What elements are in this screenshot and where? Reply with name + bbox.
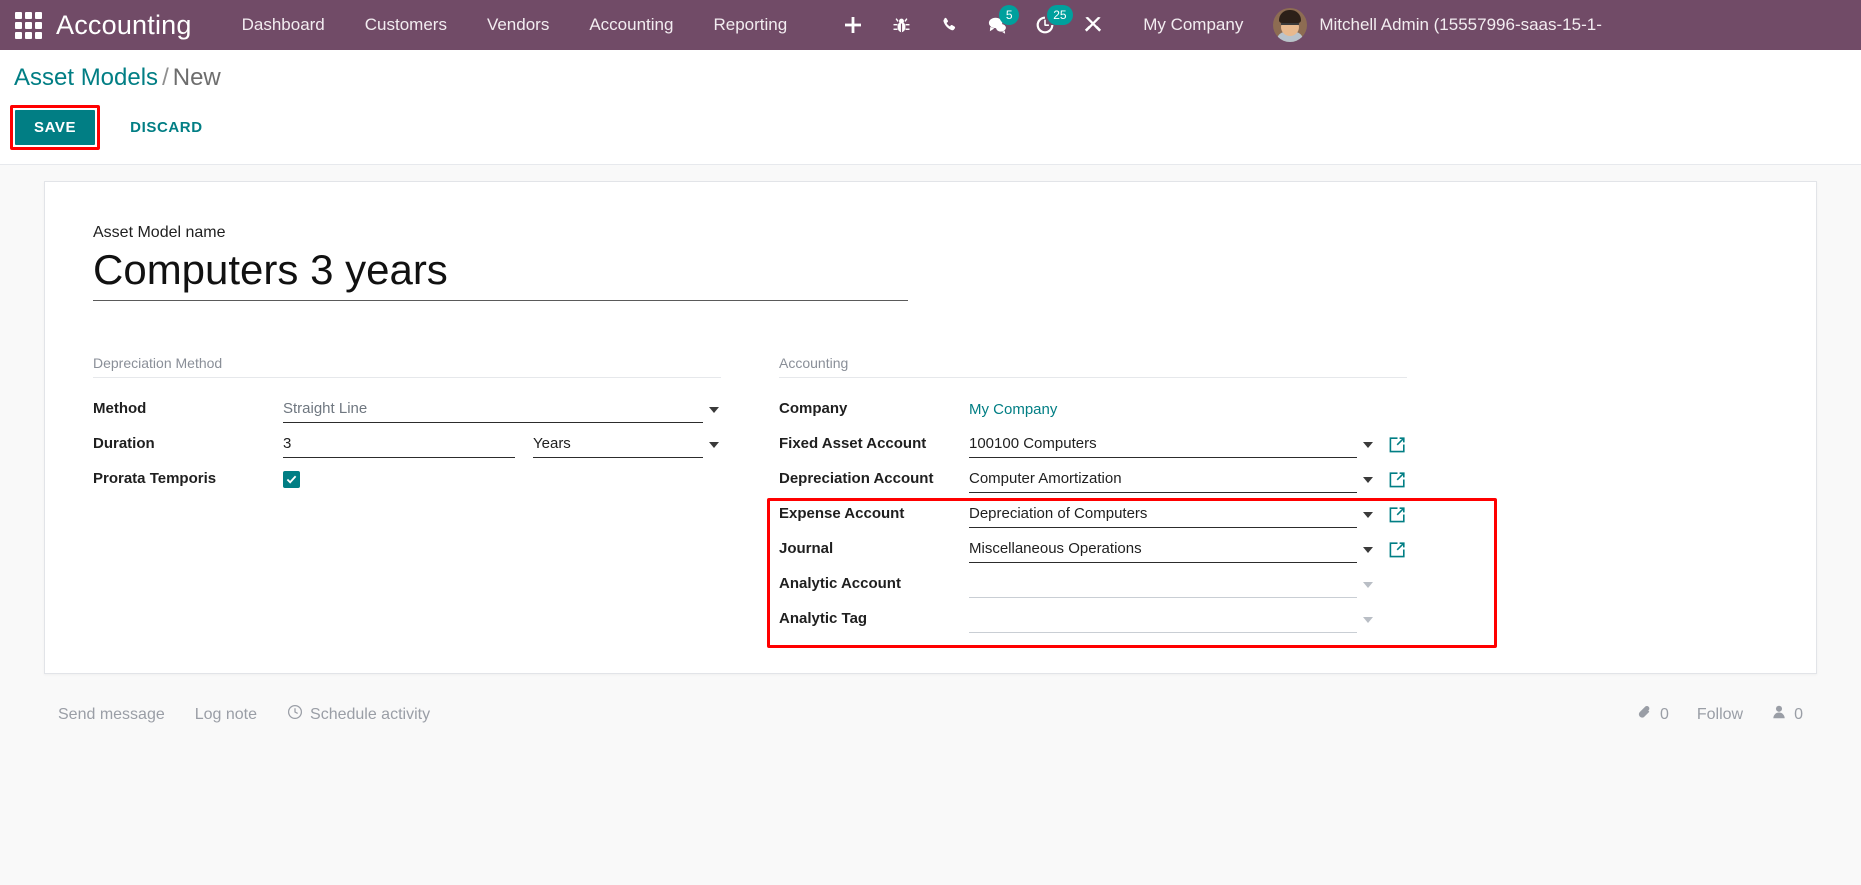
- field-analytic-tag: Analytic Tag: [779, 598, 1407, 633]
- external-link-icon[interactable]: [1387, 540, 1407, 560]
- control-panel: Asset Models / New SAVE DISCARD: [0, 50, 1861, 165]
- field-method-label: Method: [93, 399, 147, 417]
- field-journal: Journal Miscellaneous Operations: [779, 528, 1407, 563]
- depreciation-method-group: Depreciation Method Method Straight Line…: [93, 355, 721, 633]
- field-analytic-tag-value[interactable]: [969, 609, 1357, 633]
- field-journal-value[interactable]: Miscellaneous Operations: [969, 539, 1357, 563]
- bug-icon[interactable]: [877, 0, 925, 50]
- field-duration-value[interactable]: 3: [283, 434, 515, 458]
- user-name-label: Mitchell Admin (15557996-saas-15-1-: [1319, 15, 1602, 34]
- field-depreciation-account-label: Depreciation Account: [779, 469, 934, 487]
- field-prorata-temporis-label: Prorata Temporis: [93, 469, 217, 487]
- log-note-button[interactable]: Log note: [195, 706, 257, 724]
- field-analytic-account-label: Analytic Account: [779, 574, 901, 592]
- field-duration-unit[interactable]: Years: [533, 434, 703, 458]
- navbar-systray: 5 25: [829, 0, 1117, 50]
- field-prorata-temporis: Prorata Temporis: [93, 458, 721, 493]
- field-expense-account-value[interactable]: Depreciation of Computers: [969, 504, 1357, 528]
- chevron-down-icon[interactable]: [1363, 581, 1373, 588]
- asset-model-name-input[interactable]: Computers 3 years: [93, 246, 908, 301]
- activity-clock-icon[interactable]: 25: [1021, 0, 1073, 50]
- form-columns: Depreciation Method Method Straight Line…: [93, 355, 1768, 648]
- breadcrumb-separator: /: [162, 64, 169, 91]
- field-duration-label: Duration: [93, 434, 155, 452]
- form-action-buttons: SAVE DISCARD: [0, 93, 1861, 164]
- tools-wrench-icon[interactable]: [1069, 0, 1117, 50]
- user-menu[interactable]: Mitchell Admin (15557996-saas-15-1-: [1265, 8, 1602, 42]
- breadcrumb-root-link[interactable]: Asset Models: [14, 64, 158, 91]
- plus-icon[interactable]: [829, 0, 877, 50]
- chat-badge-count: 5: [999, 5, 1020, 25]
- clock-icon: [287, 704, 303, 725]
- top-navbar: Accounting Dashboard Customers Vendors A…: [0, 0, 1861, 50]
- chevron-down-icon[interactable]: [1363, 476, 1373, 483]
- chevron-down-icon[interactable]: [709, 441, 719, 448]
- external-link-icon[interactable]: [1387, 470, 1407, 490]
- apps-grid-icon[interactable]: [0, 0, 56, 50]
- field-expense-account-label: Expense Account: [779, 504, 905, 522]
- asset-model-name-label: Asset Model name: [93, 223, 226, 241]
- field-fixed-asset-account-label: Fixed Asset Account: [779, 434, 927, 452]
- menu-dashboard[interactable]: Dashboard: [222, 0, 345, 50]
- chevron-down-icon[interactable]: [1363, 616, 1373, 623]
- menu-reporting[interactable]: Reporting: [693, 0, 807, 50]
- save-button-highlight: SAVE: [10, 104, 101, 150]
- prorata-temporis-checkbox[interactable]: [283, 470, 300, 488]
- breadcrumb-current: New: [172, 64, 221, 91]
- attachment-counter[interactable]: 0: [1637, 704, 1669, 725]
- field-depreciation-account-value[interactable]: Computer Amortization: [969, 469, 1357, 493]
- chevron-down-icon[interactable]: [1363, 511, 1373, 518]
- followers-counter[interactable]: 0: [1771, 704, 1803, 725]
- form-sheet: Asset Model name Computers 3 years Depre…: [44, 180, 1817, 674]
- field-method: Method Straight Line: [93, 388, 721, 423]
- field-company: Company My Company: [779, 388, 1407, 423]
- field-analytic-account: Analytic Account: [779, 563, 1407, 598]
- follower-count: 0: [1794, 705, 1803, 723]
- chevron-down-icon[interactable]: [709, 406, 719, 413]
- avatar: [1273, 8, 1308, 42]
- field-method-value[interactable]: Straight Line: [283, 399, 703, 423]
- paperclip-icon: [1637, 704, 1653, 725]
- accounting-group: Accounting Company My Company Fixed Asse…: [767, 355, 1497, 648]
- field-journal-label: Journal: [779, 539, 834, 557]
- external-link-placeholder: [1387, 610, 1407, 630]
- field-analytic-tag-label: Analytic Tag: [779, 609, 868, 627]
- send-message-button[interactable]: Send message: [58, 706, 165, 724]
- field-expense-account: Expense Account Depreciation of Computer…: [779, 493, 1407, 528]
- schedule-activity-label: Schedule activity: [310, 705, 431, 723]
- external-link-icon[interactable]: [1387, 505, 1407, 525]
- field-company-value[interactable]: My Company: [969, 399, 1407, 423]
- schedule-activity-button[interactable]: Schedule activity: [287, 704, 430, 725]
- field-depreciation-account: Depreciation Account Computer Amortizati…: [779, 458, 1407, 493]
- app-brand-title: Accounting: [56, 9, 192, 40]
- menu-customers[interactable]: Customers: [345, 0, 467, 50]
- menu-vendors[interactable]: Vendors: [467, 0, 569, 50]
- save-button[interactable]: SAVE: [15, 109, 96, 145]
- menu-accounting[interactable]: Accounting: [569, 0, 693, 50]
- person-icon: [1771, 704, 1787, 725]
- field-fixed-asset-account: Fixed Asset Account 100100 Computers: [779, 423, 1407, 458]
- chevron-down-icon[interactable]: [1363, 546, 1373, 553]
- field-fixed-asset-account-value[interactable]: 100100 Computers: [969, 434, 1357, 458]
- chatter-footer: Send message Log note Schedule activity …: [0, 684, 1861, 746]
- external-link-icon[interactable]: [1387, 435, 1407, 455]
- field-analytic-account-value[interactable]: [969, 574, 1357, 598]
- follow-button[interactable]: Follow: [1697, 706, 1743, 724]
- external-link-placeholder: [1387, 575, 1407, 595]
- accounting-group-title: Accounting: [779, 355, 1407, 378]
- field-duration: Duration 3 Years: [93, 423, 721, 458]
- chevron-down-icon[interactable]: [1363, 441, 1373, 448]
- depreciation-method-group-title: Depreciation Method: [93, 355, 721, 378]
- phone-icon[interactable]: [925, 0, 973, 50]
- field-company-label: Company: [779, 399, 848, 417]
- discard-button[interactable]: DISCARD: [112, 110, 221, 145]
- attachment-count: 0: [1659, 705, 1669, 723]
- company-switcher[interactable]: My Company: [1117, 15, 1265, 35]
- form-view-background: Asset Model name Computers 3 years Depre…: [0, 164, 1861, 674]
- breadcrumb: Asset Models / New: [0, 64, 1861, 93]
- chat-icon[interactable]: 5: [973, 0, 1021, 50]
